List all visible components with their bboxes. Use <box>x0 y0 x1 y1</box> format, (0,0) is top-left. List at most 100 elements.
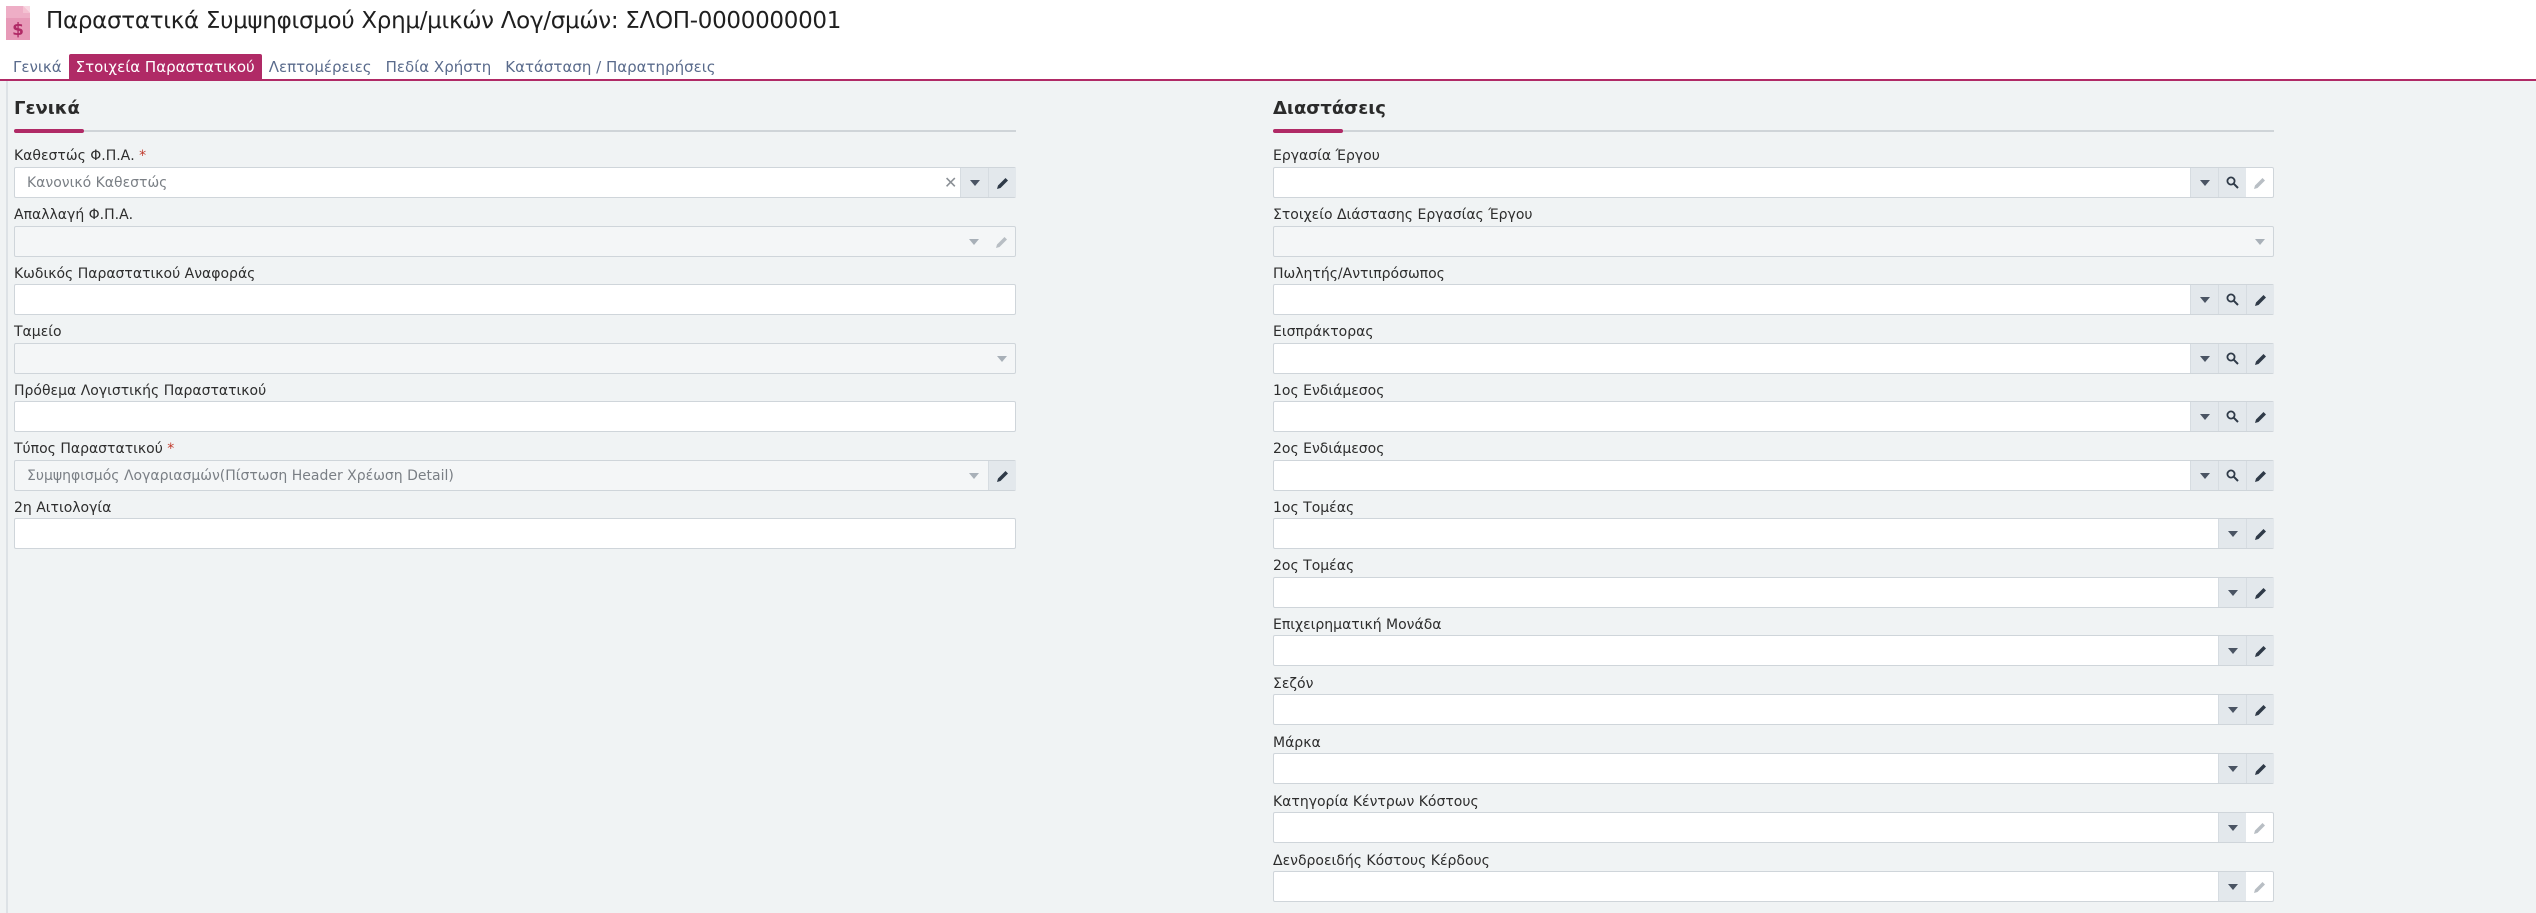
cost-profit-tree-select[interactable] <box>1273 871 2274 902</box>
first-sector-label: 1ος Τομέας <box>1273 500 1355 516</box>
required-asterisk: * <box>139 148 147 164</box>
document-type-edit-button[interactable] <box>988 461 1016 490</box>
cost-center-category-select[interactable] <box>1273 812 2274 843</box>
season-label: Σεζόν <box>1273 676 1314 692</box>
chevron-down-icon <box>2227 530 2238 537</box>
first-intermediary-edit-button[interactable] <box>2246 402 2274 431</box>
accounting-prefix-input[interactable] <box>14 401 1016 432</box>
tab-status-notes[interactable]: Κατάσταση / Παρατηρήσεις <box>498 54 722 81</box>
chevron-down-icon <box>969 472 979 479</box>
business-unit-dropdown-button[interactable] <box>2218 636 2246 665</box>
brand-select[interactable] <box>1273 753 2274 784</box>
tab-general[interactable]: Γενικά <box>6 54 69 81</box>
cost-center-category-edit-button[interactable] <box>2246 813 2274 842</box>
vat-status-dropdown-button[interactable] <box>960 168 988 197</box>
tab-user-fields[interactable]: Πεδία Χρήστη <box>379 54 499 81</box>
second-intermediary-edit-button[interactable] <box>2246 461 2274 490</box>
first-intermediary-select[interactable] <box>1273 401 2274 432</box>
search-icon <box>2226 410 2239 423</box>
cost-center-category-dropdown-button[interactable] <box>2218 813 2246 842</box>
document-type-select[interactable]: Συμψηφισμός Λογαριασμών(Πίστωση Header Χ… <box>14 460 1016 491</box>
cost-profit-tree-edit-button[interactable] <box>2246 872 2274 901</box>
section-accent <box>1273 129 1343 133</box>
business-unit-select[interactable] <box>1273 635 2274 666</box>
pencil-icon <box>2254 763 2266 775</box>
pencil-icon <box>2254 881 2265 893</box>
second-justification-label: 2η Αιτιολογία <box>14 500 112 516</box>
first-intermediary-search-button[interactable] <box>2218 402 2246 431</box>
collector-dropdown-button[interactable] <box>2190 344 2218 373</box>
chevron-down-icon <box>2227 589 2238 596</box>
project-task-select[interactable] <box>1273 167 2274 198</box>
first-sector-edit-button[interactable] <box>2246 519 2274 548</box>
first-sector-select[interactable] <box>1273 518 2274 549</box>
second-intermediary-select[interactable] <box>1273 460 2274 491</box>
pencil-icon <box>996 177 1008 189</box>
chevron-down-icon <box>2227 765 2238 772</box>
second-sector-dropdown-button[interactable] <box>2218 578 2246 607</box>
season-select[interactable] <box>1273 694 2274 725</box>
vat-exemption-edit-button[interactable] <box>988 227 1016 256</box>
first-intermediary-label: 1ος Ενδιάμεσος <box>1273 383 1385 399</box>
season-dropdown-button[interactable] <box>2218 695 2246 724</box>
season-edit-button[interactable] <box>2246 695 2274 724</box>
tab-document-details[interactable]: Στοιχεία Παραστατικού <box>68 54 262 81</box>
pencil-icon <box>2254 528 2266 540</box>
business-unit-label: Επιχειρηματική Μονάδα <box>1273 617 1442 633</box>
vat-exemption-select[interactable] <box>14 226 1016 257</box>
cash-register-select[interactable] <box>14 343 1016 374</box>
reference-document-code-input[interactable] <box>14 284 1016 315</box>
dollar-document-icon: $ <box>6 6 30 40</box>
brand-dropdown-button[interactable] <box>2218 754 2246 783</box>
project-task-dimension-dropdown-button[interactable] <box>2246 227 2274 256</box>
accounting-prefix-label: Πρόθεμα Λογιστικής Παραστατικού <box>14 383 267 399</box>
salesperson-edit-button[interactable] <box>2246 285 2274 314</box>
document-type-dropdown-button[interactable] <box>960 461 988 490</box>
section-accent <box>14 129 84 133</box>
chevron-down-icon <box>2227 706 2238 713</box>
chevron-down-icon <box>2199 296 2210 303</box>
collector-search-button[interactable] <box>2218 344 2246 373</box>
salesperson-search-button[interactable] <box>2218 285 2246 314</box>
vat-exemption-dropdown-button[interactable] <box>960 227 988 256</box>
salesperson-dropdown-button[interactable] <box>2190 285 2218 314</box>
second-intermediary-label: 2ος Ενδιάμεσος <box>1273 441 1385 457</box>
header-bar: $ Παραστατικά Συμψηφισμού Χρημ/μικών Λογ… <box>0 0 2536 81</box>
second-sector-edit-button[interactable] <box>2246 578 2274 607</box>
project-task-dimension-select[interactable] <box>1273 226 2274 257</box>
project-task-label: Εργασία Έργου <box>1273 148 1380 164</box>
vat-status-edit-button[interactable] <box>988 168 1016 197</box>
project-task-edit-button[interactable] <box>2246 168 2274 197</box>
section-divider-dimensions <box>1273 129 2274 133</box>
collector-edit-button[interactable] <box>2246 344 2274 373</box>
second-sector-select[interactable] <box>1273 577 2274 608</box>
tab-details[interactable]: Λεπτομέρειες <box>262 54 379 81</box>
chevron-down-icon <box>997 355 1007 362</box>
pencil-icon <box>2254 587 2266 599</box>
search-icon <box>2226 352 2239 365</box>
section-title-dimensions: Διαστάσεις <box>1273 98 1386 119</box>
pencil-icon <box>2254 704 2266 716</box>
vat-status-select[interactable]: Κανονικό Καθεστώς ✕ <box>14 167 1016 198</box>
collector-select[interactable] <box>1273 343 2274 374</box>
pencil-icon <box>2254 294 2266 306</box>
business-unit-edit-button[interactable] <box>2246 636 2274 665</box>
close-icon[interactable]: ✕ <box>944 173 957 192</box>
pencil-icon <box>996 236 1007 248</box>
second-intermediary-search-button[interactable] <box>2218 461 2246 490</box>
second-justification-input[interactable] <box>14 518 1016 549</box>
first-sector-dropdown-button[interactable] <box>2218 519 2246 548</box>
cost-profit-tree-dropdown-button[interactable] <box>2218 872 2246 901</box>
second-intermediary-dropdown-button[interactable] <box>2190 461 2218 490</box>
project-task-dropdown-button[interactable] <box>2190 168 2218 197</box>
brand-edit-button[interactable] <box>2246 754 2274 783</box>
section-divider-general <box>14 129 1016 133</box>
search-icon <box>2226 469 2239 482</box>
document-type-label: Τύπος Παραστατικού * <box>14 441 175 457</box>
cash-register-dropdown-button[interactable] <box>988 344 1016 373</box>
cash-register-label: Ταμείο <box>14 324 62 340</box>
page-edge-divider <box>6 81 8 913</box>
first-intermediary-dropdown-button[interactable] <box>2190 402 2218 431</box>
salesperson-select[interactable] <box>1273 284 2274 315</box>
project-task-search-button[interactable] <box>2218 168 2246 197</box>
